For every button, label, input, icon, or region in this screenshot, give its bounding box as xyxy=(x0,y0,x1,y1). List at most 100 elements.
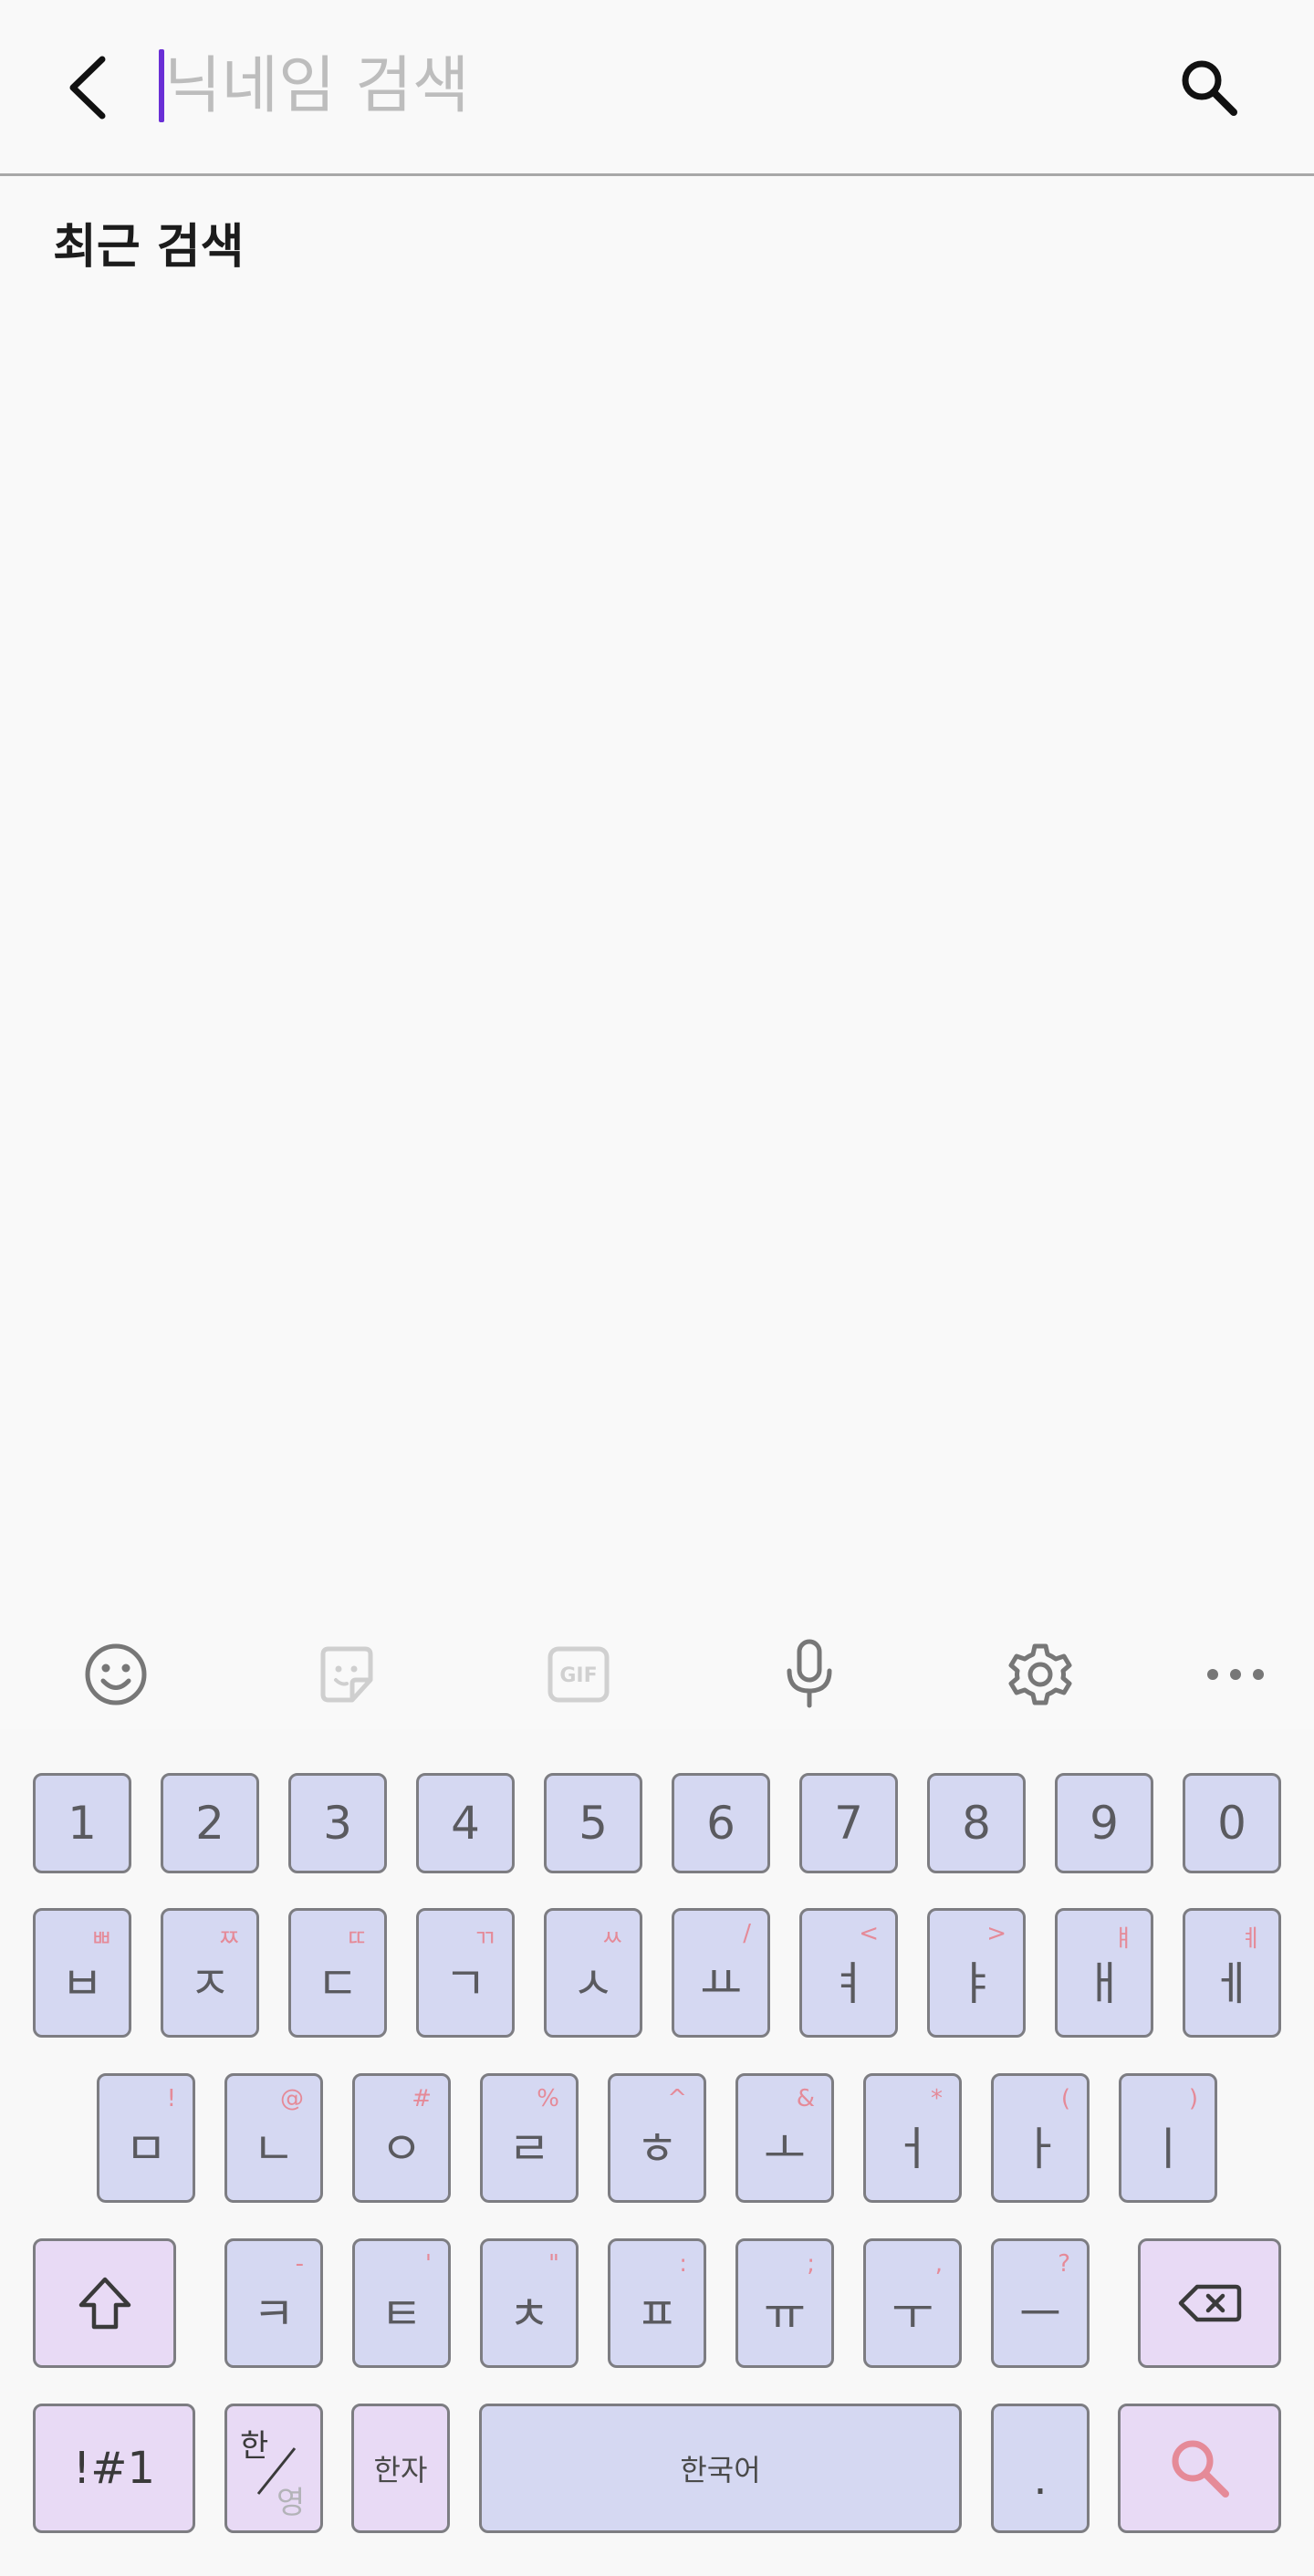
number-key[interactable]: 4 xyxy=(416,1773,515,1873)
app-bar-divider xyxy=(0,173,1314,176)
hanja-key-label: 한자 xyxy=(373,2453,428,2487)
consonant-vowel-key[interactable]: ㅈㅉ xyxy=(161,1908,259,2038)
number-key[interactable]: 9 xyxy=(1055,1773,1153,1873)
key-label: 6 xyxy=(706,1797,735,1850)
gif-button[interactable]: GIF xyxy=(533,1624,624,1725)
search-button[interactable] xyxy=(1159,42,1259,133)
number-key[interactable]: 0 xyxy=(1183,1773,1281,1873)
key-secondary-label: > xyxy=(986,1920,1006,1947)
consonant-vowel-key[interactable]: ㅂㅃ xyxy=(33,1908,131,2038)
shift-arrow-icon xyxy=(78,2277,130,2330)
key-label: ㅎ xyxy=(636,2122,678,2175)
key-label: 9 xyxy=(1090,1797,1119,1850)
key-label: 4 xyxy=(451,1797,480,1850)
microphone-icon xyxy=(787,1639,832,1708)
search-action-key[interactable] xyxy=(1118,2404,1281,2533)
consonant-vowel-key[interactable]: ㅕ < xyxy=(799,1908,898,2038)
sticker-button[interactable] xyxy=(301,1624,392,1725)
consonant-vowel-key[interactable]: ㄷㄸ xyxy=(288,1908,387,2038)
space-key-label: 한국어 xyxy=(680,2453,761,2487)
emoji-button[interactable] xyxy=(70,1624,162,1725)
key-label: 0 xyxy=(1217,1797,1246,1850)
key-label: ㅋ xyxy=(253,2288,295,2341)
consonant-vowel-key[interactable]: ㅁ! xyxy=(97,2073,195,2203)
key-secondary-label: ㅒ xyxy=(1112,1925,1134,1953)
number-key[interactable]: 6 xyxy=(672,1773,770,1873)
consonant-vowel-key[interactable]: ㅡ? xyxy=(991,2238,1090,2368)
symbols-key-label: !#1 xyxy=(73,2443,155,2494)
key-secondary-label: ( xyxy=(1060,2085,1070,2112)
key-label: ㅅ xyxy=(572,1957,614,2010)
consonant-vowel-key[interactable]: ㅠ; xyxy=(735,2238,834,2368)
keyboard-settings-button[interactable] xyxy=(995,1624,1086,1725)
consonant-vowel-key[interactable]: ㅊ " xyxy=(480,2238,579,2368)
back-arrow-icon xyxy=(69,56,106,120)
number-key[interactable]: 1 xyxy=(33,1773,131,1873)
key-secondary-label: ; xyxy=(807,2250,815,2278)
more-options-button[interactable] xyxy=(1190,1624,1281,1725)
consonant-vowel-key[interactable]: ㄱㄲ xyxy=(416,1908,515,2038)
key-label: ㅛ xyxy=(700,1957,742,2010)
voice-input-button[interactable] xyxy=(764,1624,855,1725)
more-icon xyxy=(1207,1669,1264,1680)
number-key[interactable]: 5 xyxy=(544,1773,642,1873)
key-secondary-label: & xyxy=(796,2085,815,2112)
consonant-vowel-key[interactable]: ㄴ @ xyxy=(224,2073,323,2203)
consonant-vowel-key[interactable]: ㅐㅒ xyxy=(1055,1908,1153,2038)
key-secondary-label: < xyxy=(859,1920,879,1947)
back-button[interactable] xyxy=(50,42,123,133)
sticker-icon xyxy=(320,1646,373,1703)
consonant-vowel-key[interactable]: ㄹ% xyxy=(480,2073,579,2203)
consonant-vowel-key[interactable]: ㅜ, xyxy=(863,2238,962,2368)
number-key[interactable]: 2 xyxy=(161,1773,259,1873)
number-key[interactable]: 3 xyxy=(288,1773,387,1873)
key-label: ㅑ xyxy=(955,1957,997,2010)
key-label: ㅂ xyxy=(61,1957,103,2010)
hanja-key[interactable]: 한자 xyxy=(351,2404,450,2533)
key-secondary-label: ㅃ xyxy=(90,1925,112,1953)
space-key[interactable]: 한국어 xyxy=(479,2404,962,2533)
key-secondary-label: ^ xyxy=(667,2085,687,2112)
consonant-vowel-key[interactable]: ㅋ- xyxy=(224,2238,323,2368)
number-key[interactable]: 8 xyxy=(927,1773,1026,1873)
key-label: 3 xyxy=(323,1797,352,1850)
period-key[interactable]: . xyxy=(991,2404,1090,2533)
shift-key[interactable] xyxy=(33,2238,176,2368)
backspace-key[interactable] xyxy=(1138,2238,1281,2368)
key-label: ㅡ xyxy=(1019,2288,1061,2341)
key-label: ㅕ xyxy=(828,1957,870,2010)
key-label: 8 xyxy=(962,1797,991,1850)
consonant-vowel-key[interactable]: ㅣ) xyxy=(1119,2073,1217,2203)
key-label: ㅣ xyxy=(1147,2122,1189,2175)
consonant-vowel-key[interactable]: ㅛ / xyxy=(672,1908,770,2038)
consonant-vowel-key[interactable]: ㅌ ' xyxy=(352,2238,451,2368)
key-label: ㅐ xyxy=(1083,1957,1125,2010)
key-secondary-label: ) xyxy=(1188,2085,1198,2112)
consonant-vowel-key[interactable]: ㅗ & xyxy=(735,2073,834,2203)
key-secondary-label: @ xyxy=(280,2085,304,2112)
backspace-icon xyxy=(1178,2284,1241,2322)
consonant-vowel-key[interactable]: ㅅㅆ xyxy=(544,1908,642,2038)
symbols-key[interactable]: !#1 xyxy=(33,2404,195,2533)
consonant-vowel-key[interactable]: ㅇ # xyxy=(352,2073,451,2203)
key-secondary-label: ' xyxy=(424,2250,432,2278)
key-label: ㄴ xyxy=(253,2122,295,2175)
key-secondary-label: ㄸ xyxy=(346,1925,368,1953)
consonant-vowel-key[interactable]: ㅓ * xyxy=(863,2073,962,2203)
gif-label: GIF xyxy=(559,1664,597,1687)
nickname-search-input[interactable] xyxy=(164,40,1077,131)
key-secondary-label: % xyxy=(537,2085,559,2112)
key-secondary-label: ㄲ xyxy=(474,1925,495,1953)
key-label: ㅁ xyxy=(125,2122,167,2175)
key-secondary-label: / xyxy=(743,1920,751,1947)
key-label: ㅜ xyxy=(892,2288,933,2341)
consonant-vowel-key[interactable]: ㅍ: xyxy=(608,2238,706,2368)
language-toggle-key[interactable]: 한 영 xyxy=(224,2404,323,2533)
number-key[interactable]: 7 xyxy=(799,1773,898,1873)
consonant-vowel-key[interactable]: ㅑ > xyxy=(927,1908,1026,2038)
key-label: ㅍ xyxy=(636,2288,678,2341)
consonant-vowel-key[interactable]: ㅏ( xyxy=(991,2073,1090,2203)
consonant-vowel-key[interactable]: ㅔㅖ xyxy=(1183,1908,1281,2038)
consonant-vowel-key[interactable]: ㅎ ^ xyxy=(608,2073,706,2203)
key-label: 7 xyxy=(834,1797,863,1850)
